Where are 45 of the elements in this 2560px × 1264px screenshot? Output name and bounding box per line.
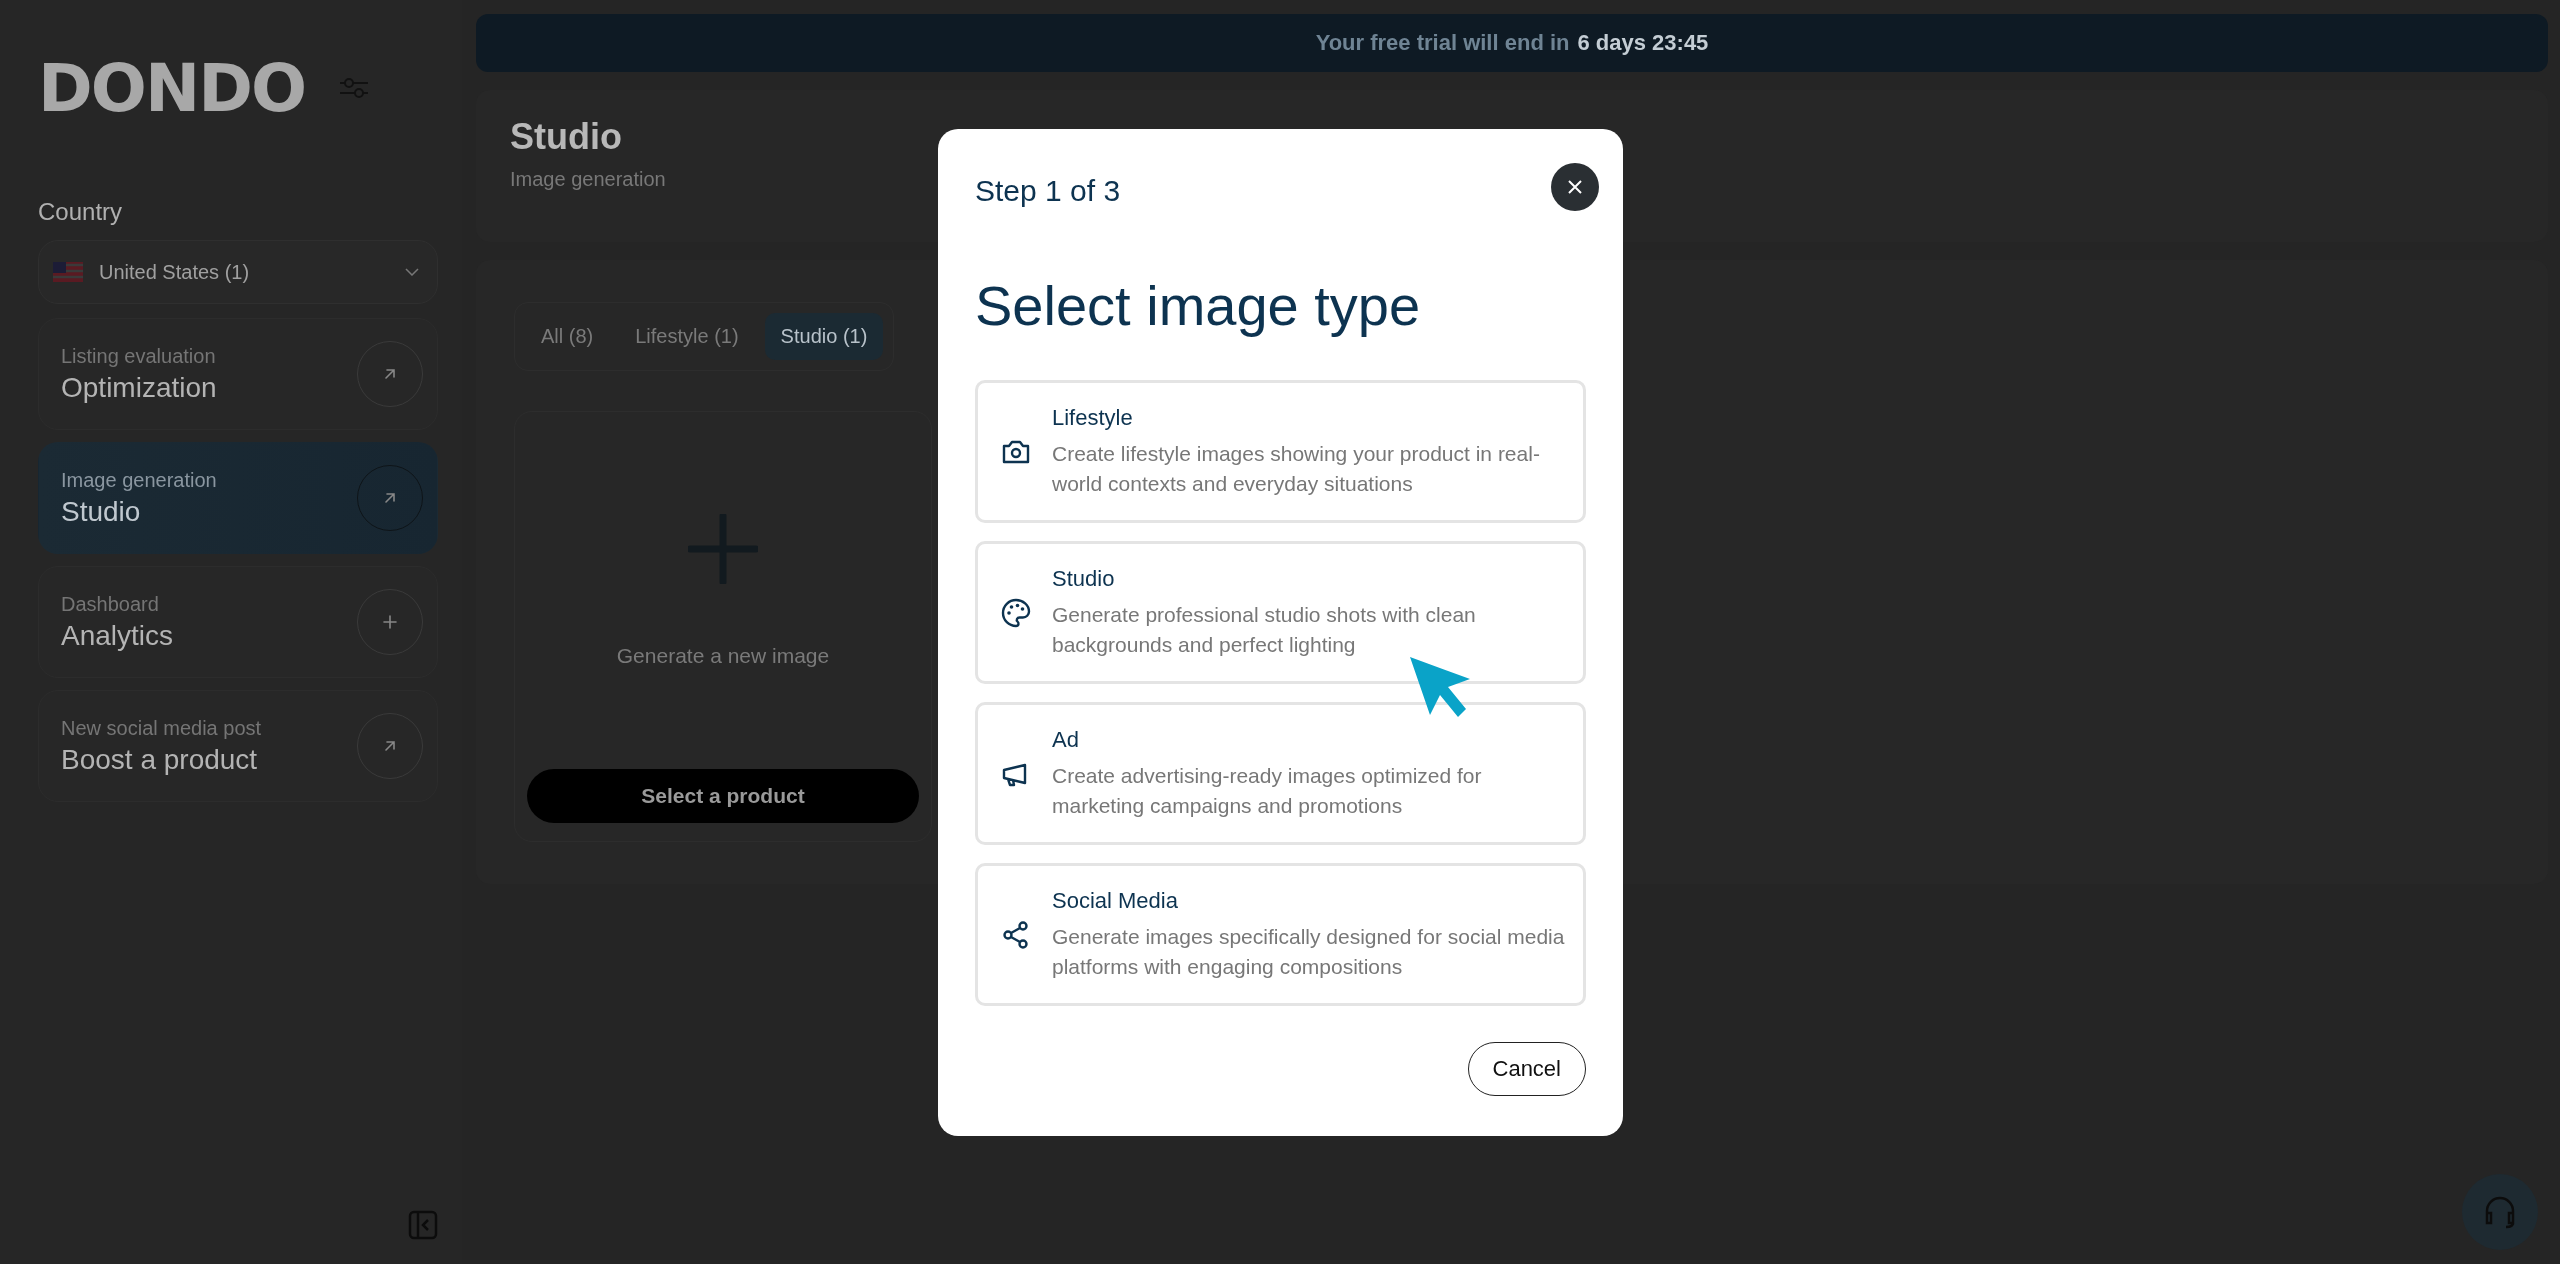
option-title: Studio [1052,565,1115,592]
dialog-title: Select image type [975,273,1421,338]
step-indicator: Step 1 of 3 [975,174,1121,208]
palette-icon [1000,596,1032,629]
flag-icon [53,262,83,282]
nav-card-title: Optimization [61,371,217,404]
image-type-option[interactable]: Social Media Generate images specifically designed for social media platforms with engaging compositions [975,863,1586,1006]
option-title: Ad [1052,726,1079,753]
nav-card-title: Studio [61,495,141,528]
option-description: Generate professional studio shots with clean backgrounds and perfect lighting [1052,601,1477,658]
nav-card[interactable]: Dashboard Analytics [38,566,438,678]
page-title: Studio [510,116,622,158]
image-type-option[interactable]: Studio Generate professional studio shots with clean backgrounds and perfect lighting [975,541,1586,684]
nav-card-title: Analytics [61,619,174,652]
image-type-option[interactable]: Lifestyle Create lifestyle images showing your product in real-world contexts and everyday situations [975,380,1586,523]
nav-card-subtitle: Image generation [61,468,217,492]
option-title: Social Media [1052,887,1178,914]
trial-countdown: 6 days 23:45 [1577,30,1709,56]
select-product-button[interactable]: Select a product [527,769,919,823]
nav-card[interactable]: New social media post Boost a product [38,690,438,802]
country-label: Country [38,198,123,226]
trial-text: Your free trial will end in [1315,30,1570,56]
country-value: United States (1) [99,260,251,284]
collapse-sidebar-icon[interactable] [408,1210,438,1240]
nav-card[interactable]: Listing evaluation Optimization [38,318,438,430]
option-description: Create lifestyle images showing your product in real-world contexts and everyday situations [1052,440,1541,497]
nav-card-subtitle: New social media post [61,716,262,740]
filter-tab[interactable]: Studio (1) [764,313,884,360]
option-description: Generate images specifically designed for social media platforms with engaging compositions [1052,923,1566,980]
nav-card[interactable]: Image generation Studio [38,442,438,554]
option-title: Lifestyle [1052,404,1133,431]
option-description: Create advertising-ready images optimized for marketing campaigns and promotions [1052,762,1483,819]
nav-card-subtitle: Dashboard [61,592,159,616]
close-button[interactable] [1551,163,1599,211]
image-type-option[interactable]: Ad Create advertising-ready images optimized for marketing campaigns and promotions [975,702,1586,845]
chevron-down-icon [405,268,419,276]
new-image-card[interactable]: Generate a new image Select a product [514,411,932,842]
cancel-button[interactable]: Cancel [1467,1042,1586,1096]
logo: DONDO [38,49,306,127]
nav-card-subtitle: Listing evaluation [61,344,216,368]
page-subtitle: Image generation [510,168,666,191]
card-caption: Generate a new image [616,644,830,668]
close-icon [1567,179,1583,195]
country-dropdown[interactable]: United States (1) [38,240,438,304]
nav-card-title: Boost a product [61,743,258,776]
